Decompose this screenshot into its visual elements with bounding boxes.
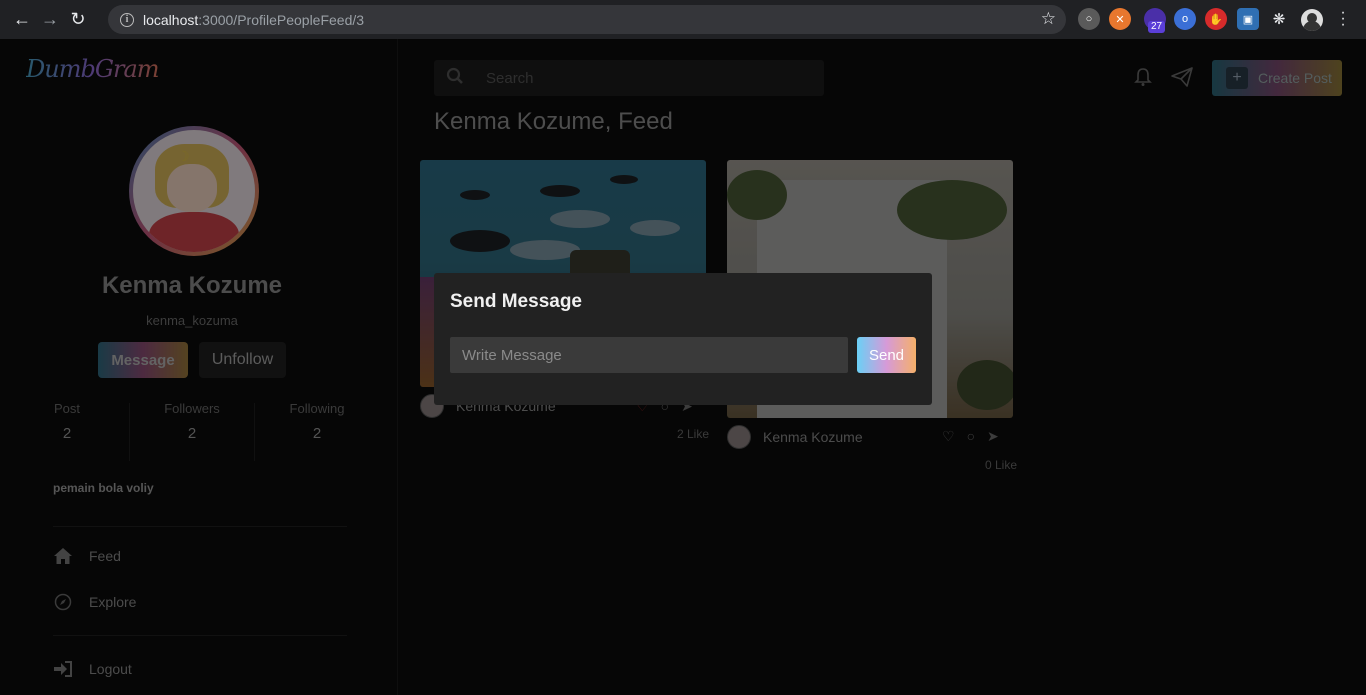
info-icon[interactable]: i [120, 12, 134, 27]
browser-menu-icon[interactable]: · · · [1340, 5, 1346, 33]
blue-ring-extension-icon[interactable]: o [1174, 8, 1196, 30]
bulb-extension-icon[interactable]: ○ [1078, 8, 1100, 30]
browser-toolbar: ← → ↻ i localhost:3000/ProfilePeopleFeed… [0, 0, 1366, 39]
browser-profile-avatar[interactable] [1301, 9, 1323, 31]
address-bar[interactable]: i localhost:3000/ProfilePeopleFeed/3 ☆ [108, 5, 1066, 34]
extension-badge: 27 [1148, 21, 1166, 33]
modal-title: Send Message [450, 291, 582, 312]
red-hand-extension-icon[interactable]: ✋ [1205, 8, 1227, 30]
puzzle-extensions-icon[interactable]: ❋ [1268, 8, 1290, 30]
bookmark-star-icon[interactable]: ☆ [1041, 9, 1056, 29]
url-path: :3000/ProfilePeopleFeed/3 [198, 11, 365, 28]
orange-extension-icon[interactable]: ✕ [1109, 8, 1131, 30]
screen-extension-icon[interactable]: ▣ [1237, 8, 1259, 30]
forward-icon[interactable]: → [38, 8, 62, 32]
reload-icon[interactable]: ↻ [66, 8, 90, 32]
back-icon[interactable]: ← [10, 8, 34, 32]
message-input[interactable] [450, 337, 848, 373]
send-message-modal: Send Message Send [434, 273, 932, 405]
send-button[interactable]: Send [857, 337, 916, 373]
url-host: localhost [143, 11, 199, 28]
